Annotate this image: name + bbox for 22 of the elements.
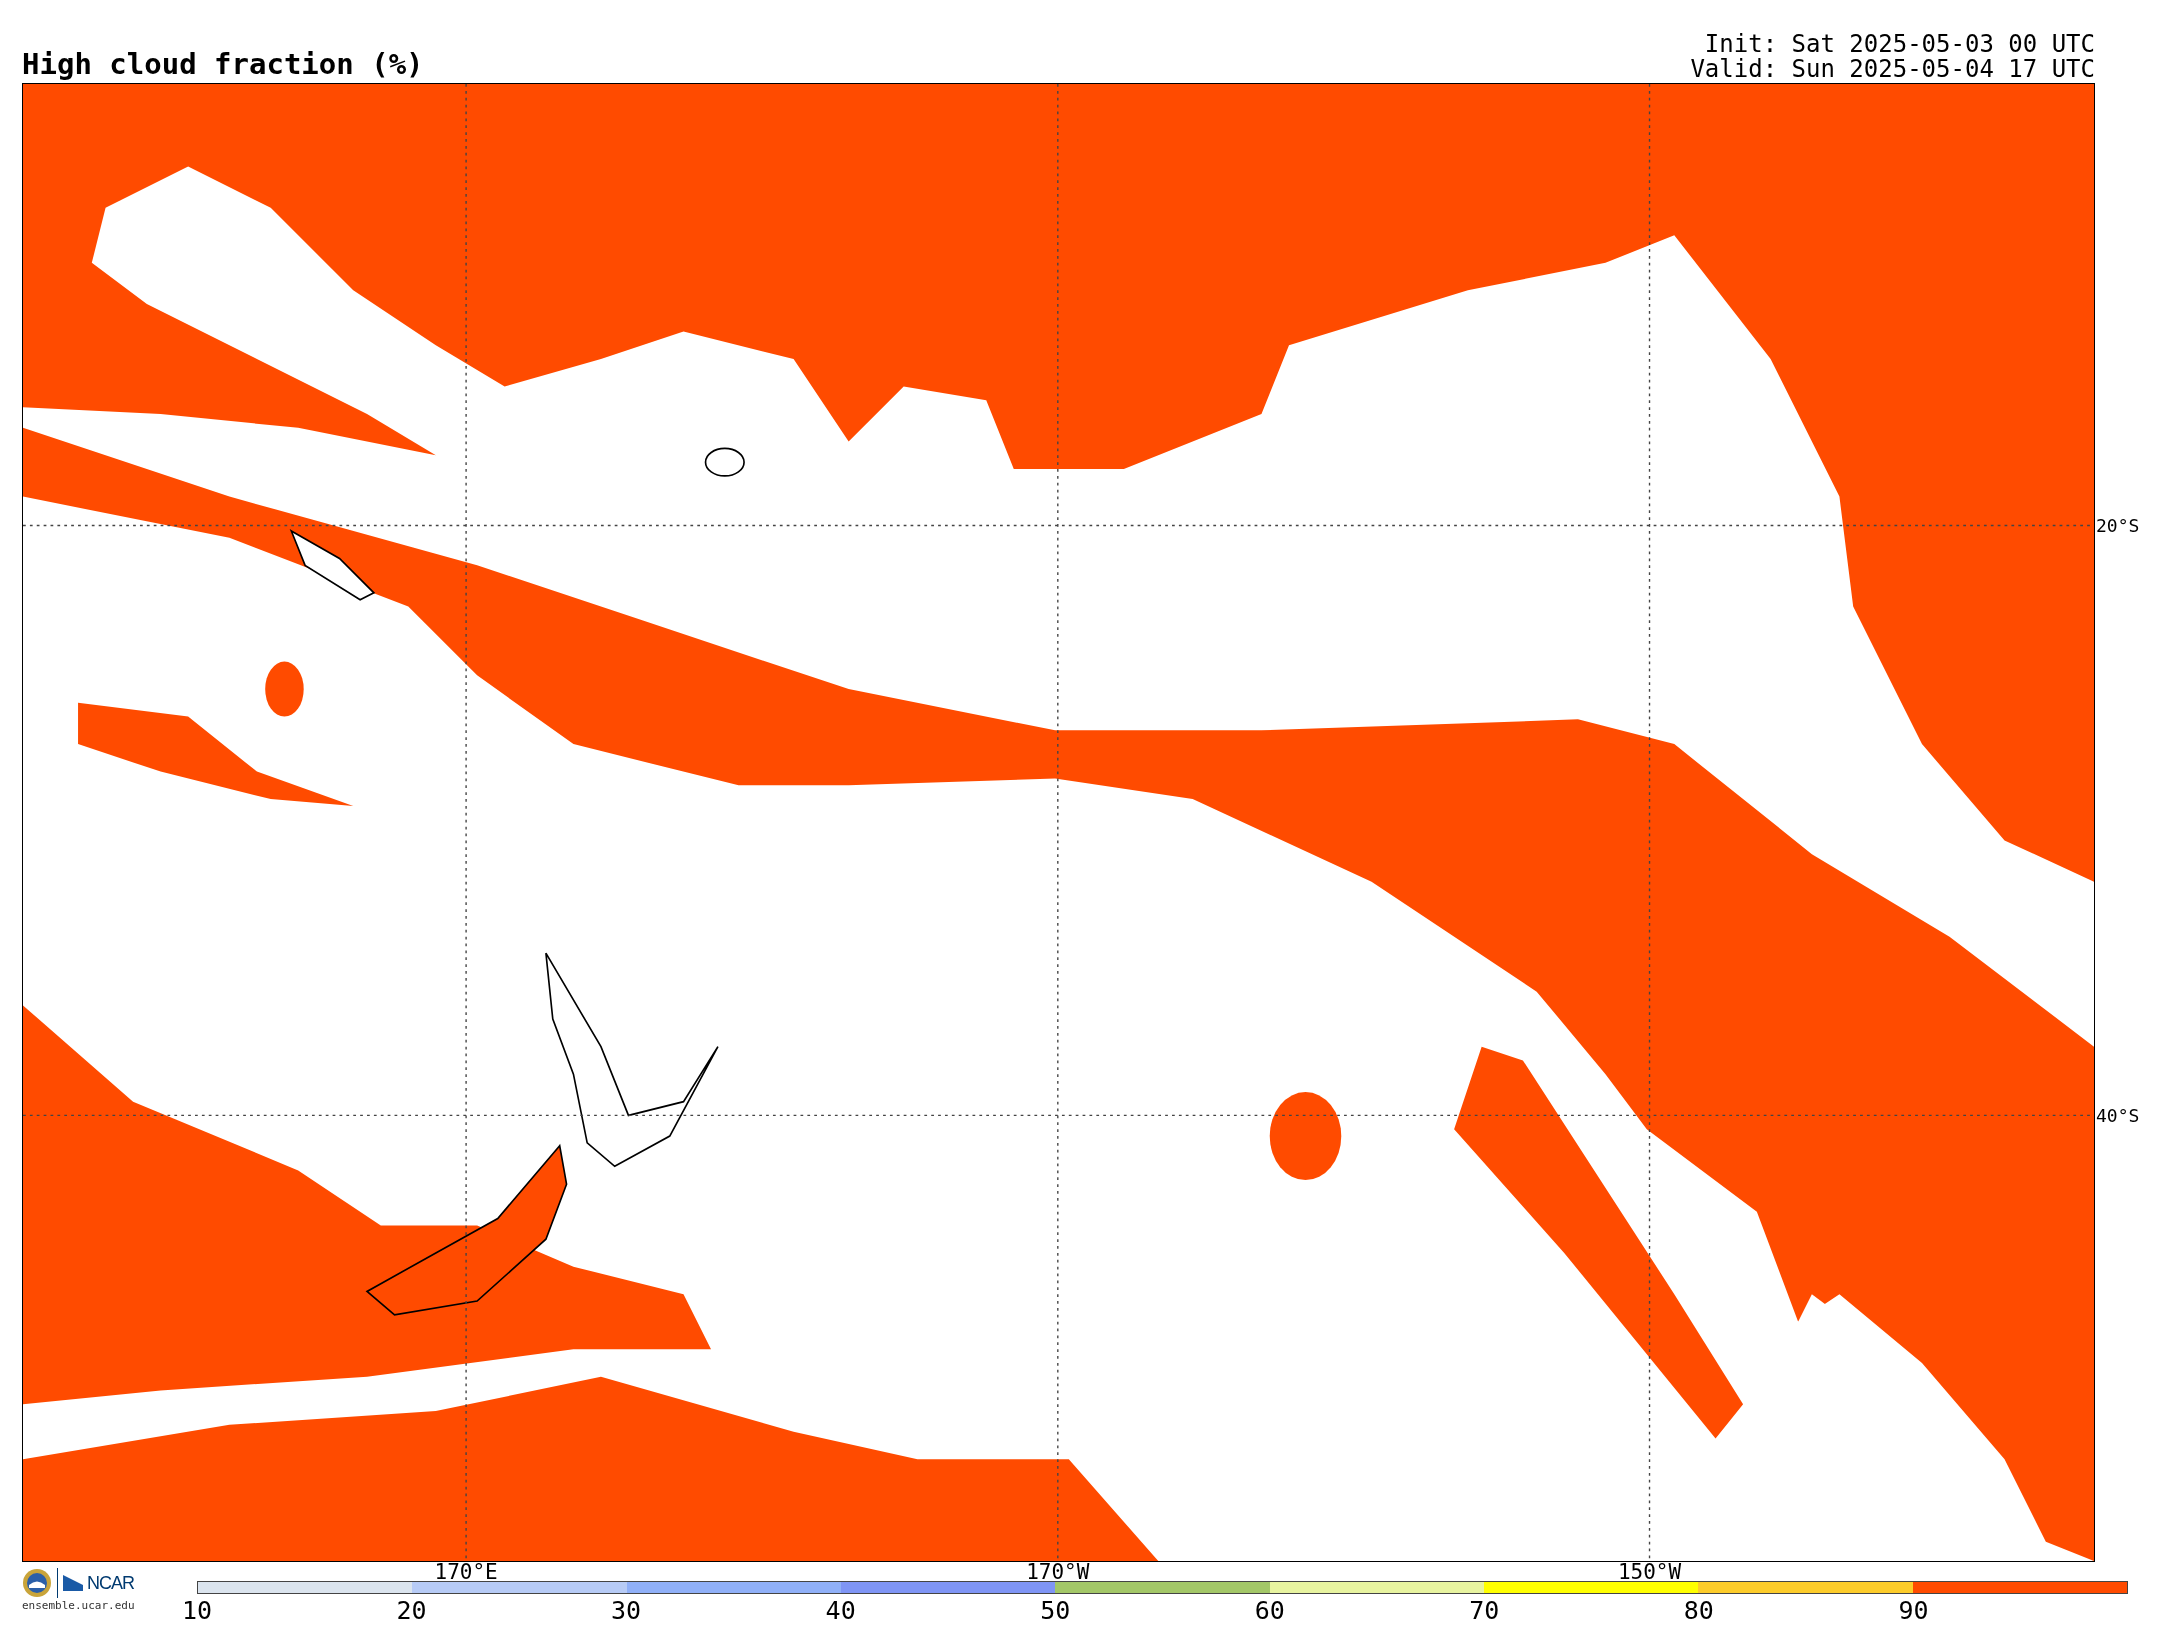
- colorbar-tick-label: 10: [181, 1597, 213, 1625]
- init-time: Init: Sat 2025-05-03 00 UTC: [1703, 33, 2095, 58]
- colorbar-tick-label: 60: [1254, 1597, 1285, 1625]
- ncar-logo-icon: [63, 1575, 83, 1591]
- latitude-label: 40°S: [2095, 1103, 2140, 1128]
- colorbar-tick-label: 30: [611, 1597, 642, 1625]
- latitude-label: 20°S: [2095, 513, 2140, 538]
- longitude-label: 150°W: [1617, 1561, 1682, 1585]
- divider-line: [56, 1568, 59, 1598]
- colorbar-tick-label: 40: [825, 1597, 856, 1625]
- longitude-label: 170°E: [434, 1561, 498, 1585]
- valid-time: Valid: Sun 2025-05-04 17 UTC: [1690, 58, 2095, 83]
- website-url: ensemble.ucar.edu: [22, 1598, 135, 1614]
- chart-title: High cloud fraction (%): [22, 50, 424, 83]
- colorbar-tick-label: 70: [1469, 1597, 1500, 1625]
- logo-wordmark: NCAR: [87, 1571, 134, 1595]
- colorbar-tick-label: 20: [396, 1597, 427, 1625]
- colorbar-tick-label: 80: [1683, 1597, 1714, 1625]
- longitude-label: 170°W: [1026, 1561, 1090, 1585]
- seal-logo: [22, 1568, 52, 1598]
- colorbar-tick-label: 90: [1898, 1597, 1929, 1625]
- colorbar-tick-label: 50: [1040, 1597, 1071, 1625]
